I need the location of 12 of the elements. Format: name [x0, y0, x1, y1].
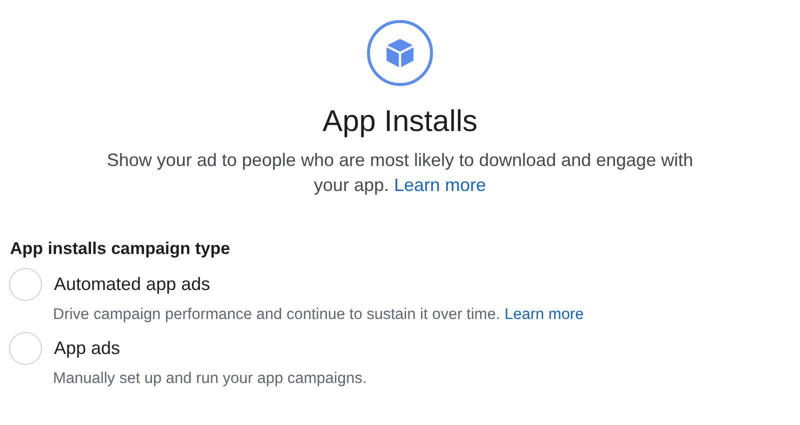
radio-button[interactable]	[9, 268, 42, 301]
learn-more-link[interactable]: Learn more	[394, 175, 486, 196]
learn-more-link[interactable]: Learn more	[504, 306, 584, 323]
option-description: Manually set up and run your app campaigns.	[53, 369, 368, 390]
radio-button[interactable]	[9, 332, 42, 366]
description-text: Show your ad to people who are most likely to download and engage with your app. Learn more	[106, 149, 694, 198]
option-description: Drive campaign performance and continue to sustain it over time. Learn more	[53, 304, 585, 325]
cube-icon	[367, 20, 433, 86]
option-label: App ads	[54, 337, 120, 360]
page-title: App Installs	[322, 104, 478, 140]
option-label: Automated app ads	[54, 272, 210, 296]
section-label: App installs campaign type	[10, 238, 232, 260]
